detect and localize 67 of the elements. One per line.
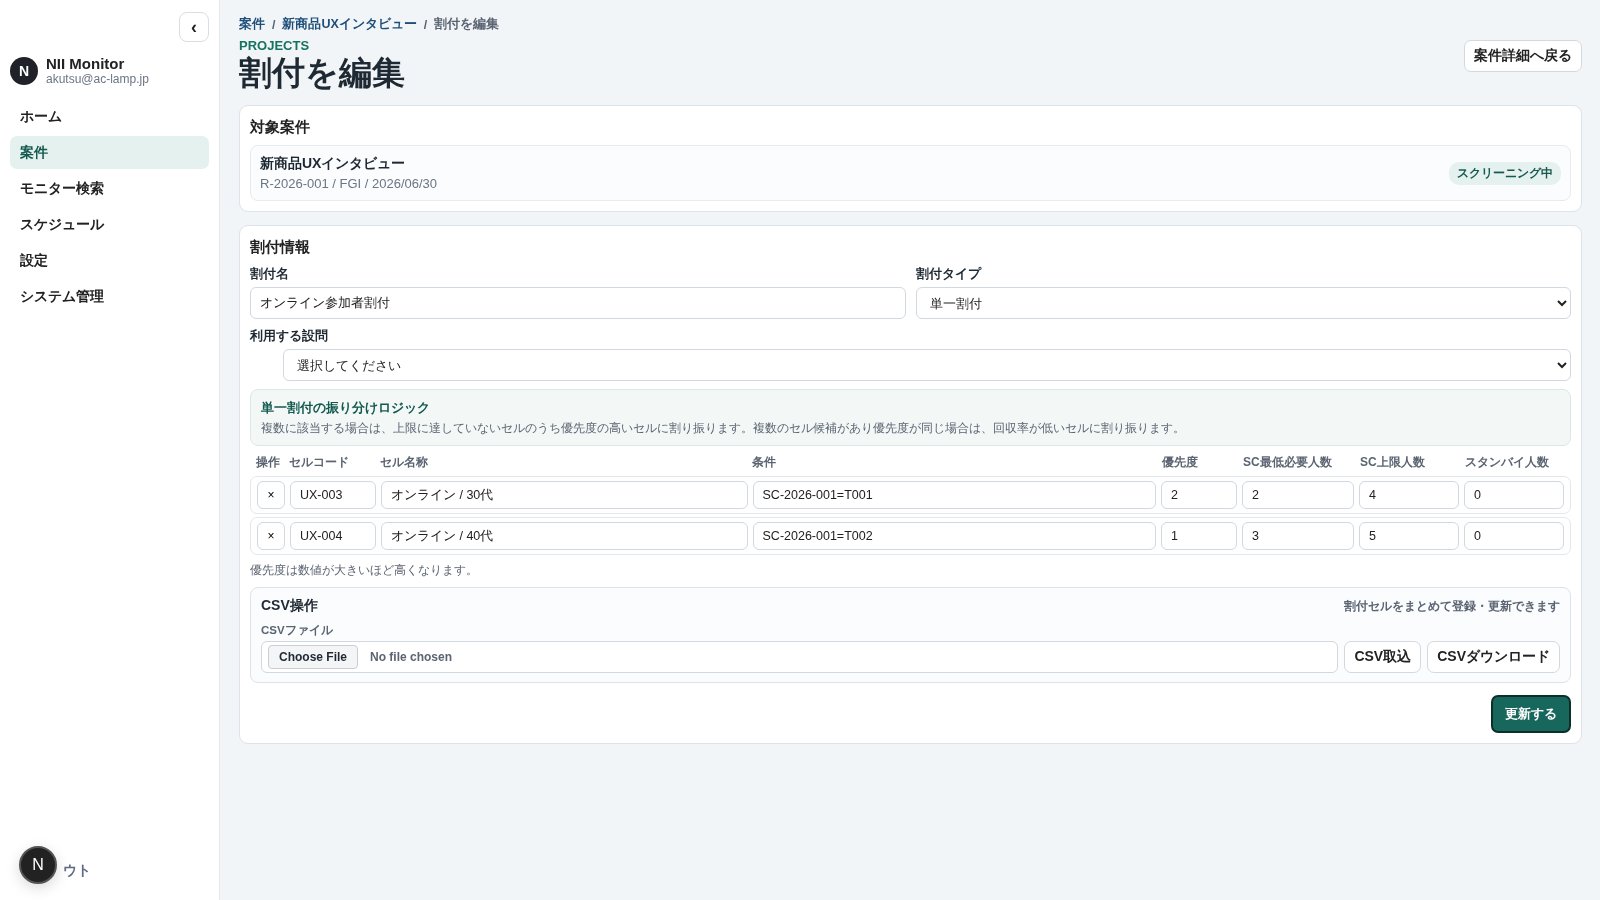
download-button[interactable]: CSVダウンロード	[1427, 641, 1560, 673]
cell-input[interactable]: オンライン / 40代	[381, 522, 748, 550]
status-badge: スクリーニング中	[1449, 161, 1561, 185]
cell-input[interactable]: SC-2026-001=T001	[752, 481, 1156, 509]
cell-input[interactable]: 5	[1359, 522, 1459, 550]
sidebar-item[interactable]: モニター検索	[10, 172, 209, 205]
field-label: 割付名	[250, 265, 290, 283]
remove-button[interactable]: ×	[257, 522, 285, 550]
project-meta: R-2026-001 / FGI / 2026/06/30	[260, 176, 438, 191]
cell-input[interactable]: SC-2026-001=T002	[752, 522, 1156, 550]
column-header: SC上限人数	[1360, 454, 1426, 471]
brand-name: NII Monitor	[46, 55, 126, 72]
column-header: スタンバイ人数	[1465, 454, 1550, 471]
cell-input[interactable]: 2	[1242, 481, 1354, 509]
cell-input[interactable]: 0	[1464, 522, 1564, 550]
dev-badge[interactable]: N	[19, 846, 57, 884]
cell-input[interactable]: 4	[1359, 481, 1459, 509]
logout-link[interactable]: ウト	[63, 862, 91, 880]
column-header: セルコード	[289, 454, 350, 471]
sidebar-item[interactable]: システム管理	[10, 280, 209, 313]
update-button[interactable]: 更新する	[1491, 695, 1571, 733]
sidebar-item[interactable]: スケジュール	[10, 208, 209, 241]
cell-input[interactable]: UX-003	[290, 481, 376, 509]
column-header: 優先度	[1162, 454, 1199, 471]
file-field[interactable]: Choose File No file chosen	[261, 641, 1339, 673]
back-button[interactable]: 案件詳細へ戻る	[1464, 40, 1582, 72]
question-dropdown[interactable]: 選択してください	[283, 349, 1571, 381]
field-label: CSVファイル	[261, 623, 334, 638]
cell-input[interactable]: 2	[1161, 481, 1237, 509]
breadcrumb-separator: /	[272, 17, 276, 32]
project-name: 新商品UXインタビュー	[260, 155, 407, 173]
help-text: 優先度は数値が大きいほど高くなります。	[250, 562, 479, 579]
column-header: セル名称	[380, 454, 429, 471]
page-title: 割付を編集	[239, 53, 406, 93]
cell-input[interactable]: 3	[1242, 522, 1354, 550]
field-label: 利用する設問	[250, 327, 329, 345]
collapse-button[interactable]: ‹	[179, 12, 209, 42]
breadcrumb-link[interactable]: 案件	[239, 16, 265, 33]
type-dropdown[interactable]: 単一割付	[915, 287, 1571, 319]
import-button[interactable]: CSV取込	[1344, 641, 1422, 673]
info-title: 単一割付の振り分けロジック	[261, 399, 431, 417]
choose-file-button[interactable]: Choose File	[268, 645, 358, 669]
sidebar-item[interactable]: ホーム	[10, 100, 209, 133]
remove-button[interactable]: ×	[257, 481, 285, 509]
sidebar-item[interactable]: 設定	[10, 244, 209, 277]
breadcrumb-separator: /	[423, 17, 428, 32]
user-email: akutsu@ac-lamp.jp	[46, 72, 149, 86]
cell-input[interactable]: UX-004	[290, 522, 376, 550]
panel-hint: 割付セルをまとめて登録・更新できます	[1344, 597, 1560, 615]
field-label: 割付タイプ	[915, 265, 983, 283]
column-header: SC最低必要人数	[1243, 454, 1333, 471]
file-status: No file chosen	[370, 650, 453, 664]
brand-avatar: N	[10, 56, 38, 85]
section-label: PROJECTS	[239, 38, 311, 53]
column-header: 操作	[256, 454, 281, 471]
column-header: 条件	[752, 454, 778, 471]
card-heading: 割付情報	[250, 238, 311, 257]
cell-input[interactable]: オンライン / 30代	[381, 481, 748, 509]
text-field[interactable]: オンライン参加者割付	[250, 287, 906, 319]
sidebar-item[interactable]: 案件	[10, 136, 209, 169]
breadcrumb-current: 割付を編集	[434, 16, 500, 33]
info-text: 複数に該当する場合は、上限に達していないセルのうち優先度の高いセルに割り振ります。複数のセル候補があり優先度が同じ場合は、回収率が低いセルに割り振ります。	[261, 421, 1186, 436]
cell-input[interactable]: 1	[1161, 522, 1237, 550]
breadcrumb-link[interactable]: 新商品UXインタビュー	[282, 16, 417, 33]
panel-heading: CSV操作	[261, 597, 318, 615]
cell-input[interactable]: 0	[1464, 481, 1564, 509]
card-heading: 対象案件	[250, 118, 311, 137]
